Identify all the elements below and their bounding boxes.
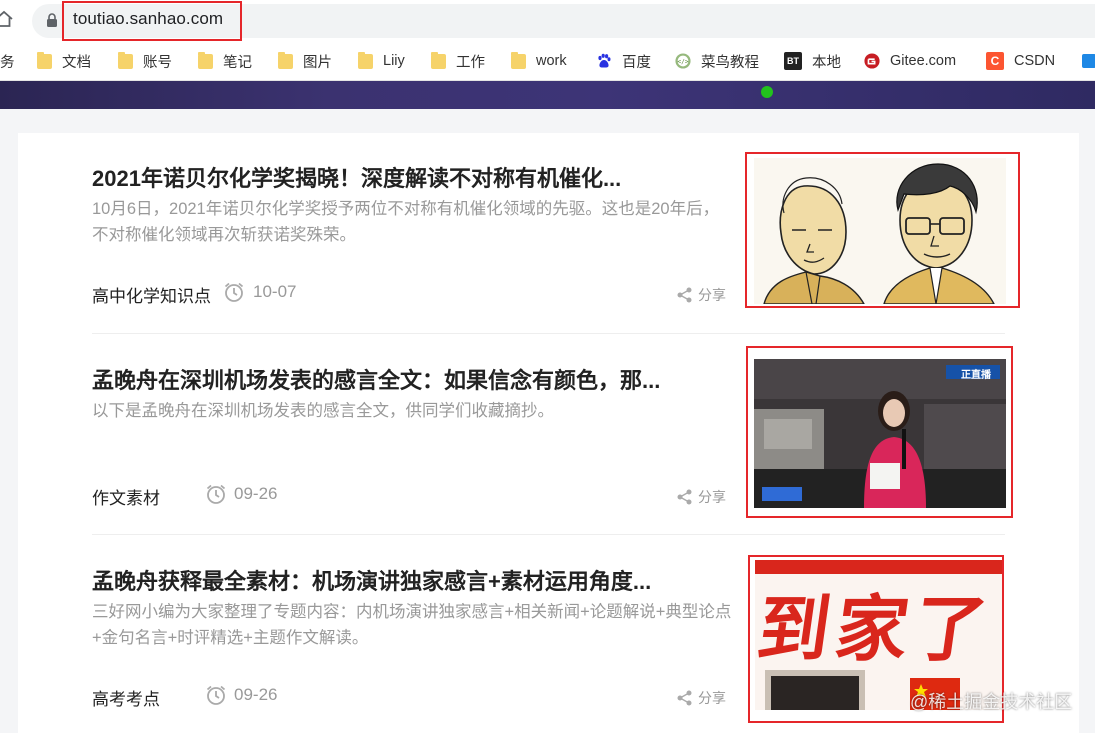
article-title[interactable]: 2021年诺贝尔化学奖揭晓！深度解读不对称有机催化... <box>92 161 621 193</box>
bookmark-label: 菜鸟教程 <box>701 54 759 71</box>
share-label: 分享 <box>698 489 726 505</box>
bookmark-local[interactable]: BT 本地 <box>784 42 841 80</box>
bookmark-label: Liiy <box>383 53 405 69</box>
csdn-icon: C <box>986 52 1004 70</box>
alarm-clock-icon <box>224 282 244 302</box>
bookmark-label: 图片 <box>303 54 332 71</box>
alarm-clock-icon <box>206 685 226 705</box>
annotation-box-thumbnail-1 <box>745 152 1020 308</box>
article-divider <box>92 534 1005 535</box>
bookmark-folder-accounts[interactable]: 账号 <box>117 42 172 80</box>
gitee-icon <box>864 53 880 69</box>
csdn-icon-letter: C <box>990 54 1000 68</box>
bookmark-folder-work-cn[interactable]: 工作 <box>430 42 485 80</box>
status-dot <box>761 86 773 98</box>
article-abstract: 以下是孟晚舟在深圳机场发表的感言全文，供同学们收藏摘抄。 <box>92 402 554 420</box>
article-date: 10-07 <box>253 282 297 301</box>
bookmark-folder-work[interactable]: work <box>510 42 567 80</box>
bookmark-label: 工作 <box>456 54 485 71</box>
folder-icon <box>357 51 373 69</box>
bookmark-label: 百度 <box>622 54 651 71</box>
share-button[interactable]: 分享 <box>676 688 726 708</box>
folder-icon <box>36 51 52 69</box>
bookmark-csdn[interactable]: C CSDN <box>986 42 1055 80</box>
bookmark-app-icon <box>1082 54 1095 68</box>
folder-icon <box>117 51 133 69</box>
bookmark-label: 账号 <box>143 54 172 71</box>
bt-icon: BT <box>784 52 802 70</box>
folder-icon <box>197 51 213 69</box>
article-title[interactable]: 孟晚舟在深圳机场发表的感言全文：如果信念有颜色，那... <box>92 363 660 395</box>
bookmark-label: 务 <box>0 54 15 71</box>
bookmark-label: 文档 <box>62 54 91 71</box>
article-source[interactable]: 高中化学知识点 <box>92 282 211 307</box>
folder-icon <box>510 51 526 69</box>
article-abstract: 10月6日，2021年诺贝尔化学奖授予两位不对称有机催化领域的先驱。这也是20年… <box>92 200 720 244</box>
share-icon <box>677 690 692 706</box>
bt-icon-text: BT <box>787 56 799 66</box>
bookmark-overflow[interactable] <box>1082 42 1095 80</box>
article-abstract: 三好网小编为大家整理了专题内容：内机场演讲独家感言+相关新闻+论题解说+典型论点… <box>92 603 732 647</box>
share-label: 分享 <box>698 287 726 303</box>
lock-icon[interactable] <box>46 13 58 28</box>
bookmark-item[interactable]: 务 <box>0 42 15 80</box>
share-button[interactable]: 分享 <box>676 285 726 305</box>
bookmark-folder-docs[interactable]: 文档 <box>36 42 91 80</box>
browser-address-bar-row: toutiao.sanhao.com <box>0 0 1095 42</box>
share-icon <box>677 287 692 303</box>
bookmark-label: 本地 <box>812 54 841 71</box>
article-date: 09-26 <box>234 484 278 503</box>
bookmark-label: CSDN <box>1014 53 1056 69</box>
bookmark-folder-images[interactable]: 图片 <box>277 42 332 80</box>
baidu-paw-icon <box>596 53 612 69</box>
article-divider <box>92 333 1005 334</box>
alarm-clock-icon <box>206 484 226 504</box>
bookmarks-bar: 务 文档 账号 笔记 图片 Liiy 工作 work 百度 </> 菜鸟教程 B… <box>0 42 1095 81</box>
folder-icon <box>430 51 446 69</box>
site-banner <box>0 81 1095 109</box>
bookmark-label: 笔记 <box>223 54 252 71</box>
bookmark-baidu[interactable]: 百度 <box>596 42 651 80</box>
article-source[interactable]: 作文素材 <box>92 484 160 509</box>
bookmark-runoob[interactable]: </> 菜鸟教程 <box>675 42 759 80</box>
runoob-icon: </> <box>675 53 691 69</box>
svg-text:</>: </> <box>677 59 688 66</box>
share-label: 分享 <box>698 690 726 706</box>
bookmark-gitee[interactable]: Gitee.com <box>864 42 956 80</box>
article-title[interactable]: 孟晚舟获释最全素材：机场演讲独家感言+素材运用角度... <box>92 564 651 596</box>
home-icon[interactable] <box>0 9 14 29</box>
share-icon <box>677 489 692 505</box>
folder-icon <box>277 51 293 69</box>
annotation-box-url <box>62 1 242 41</box>
bookmark-label: work <box>536 53 567 69</box>
share-button[interactable]: 分享 <box>676 487 726 507</box>
bookmark-label: Gitee.com <box>890 53 957 69</box>
article-source[interactable]: 高考考点 <box>92 685 160 710</box>
bookmark-folder-notes[interactable]: 笔记 <box>197 42 252 80</box>
bookmark-folder-liiy[interactable]: Liiy <box>357 42 405 80</box>
annotation-box-thumbnail-2 <box>746 346 1013 518</box>
watermark: @稀土掘金技术社区 <box>910 692 1073 712</box>
article-date: 09-26 <box>234 685 278 704</box>
